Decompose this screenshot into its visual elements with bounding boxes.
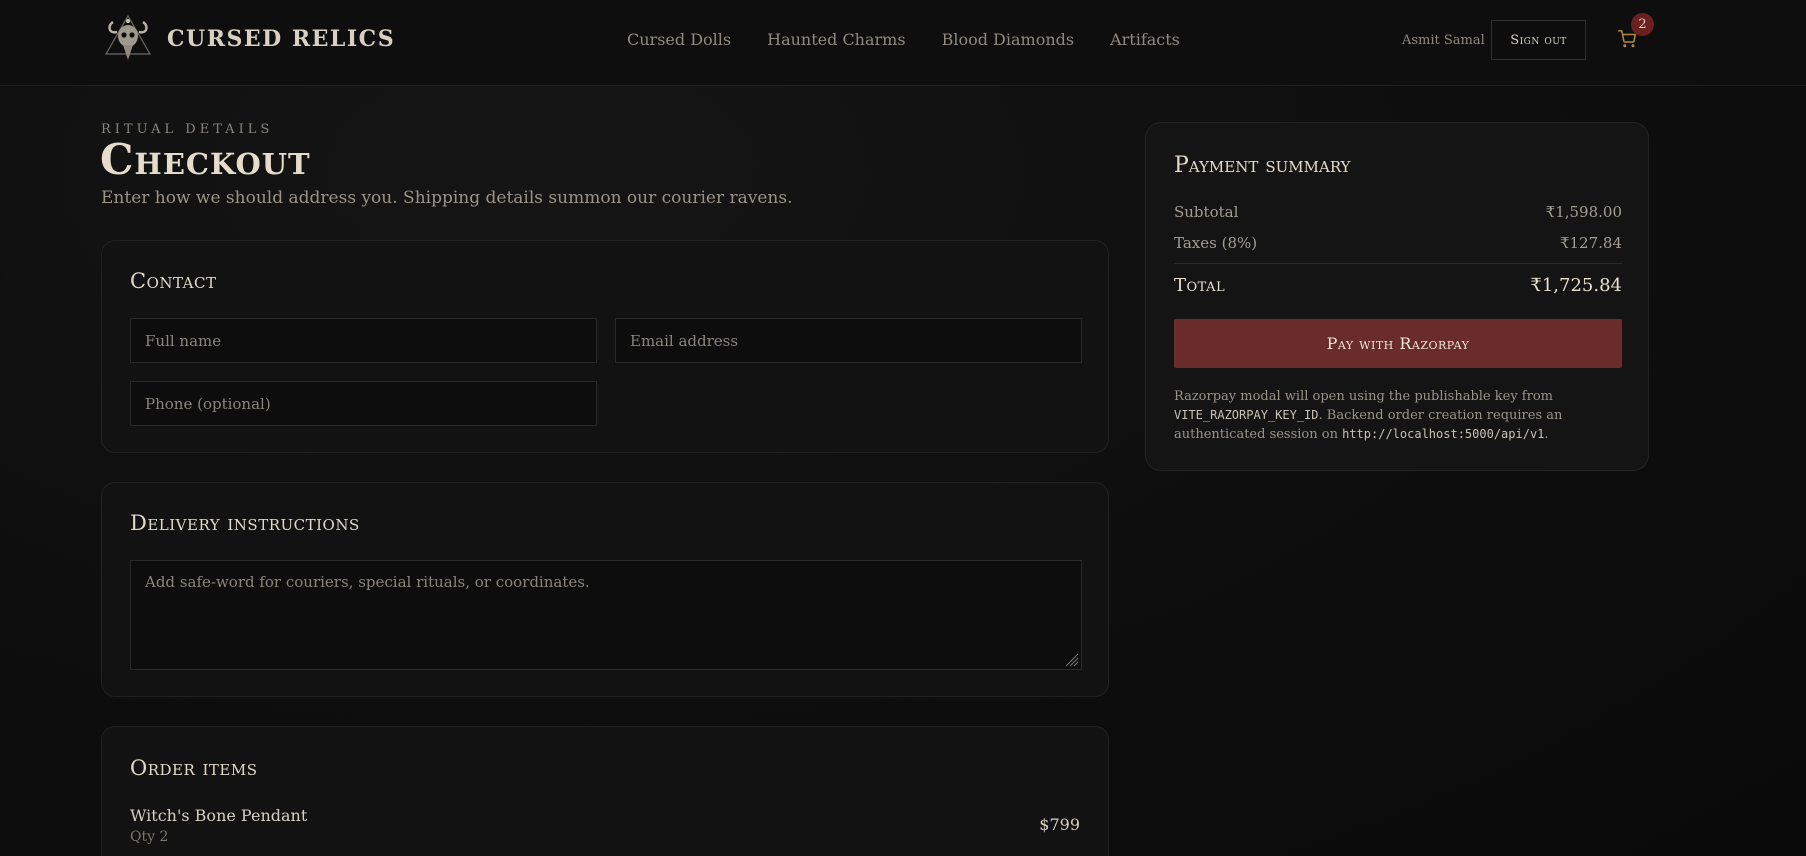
sign-out-button[interactable]: Sign out <box>1491 20 1586 60</box>
brand-logo-link[interactable]: CURSED RELICS <box>101 12 395 66</box>
top-header: CURSED RELICS Cursed Dolls Haunted Charm… <box>0 0 1806 86</box>
payment-summary-card: Payment summary Subtotal ₹1,598.00 Taxes… <box>1145 122 1649 471</box>
note-env-key: VITE_RAZORPAY_KEY_ID <box>1174 408 1319 422</box>
taxes-row: Taxes (8%) ₹127.84 <box>1174 234 1622 252</box>
order-items-card: Order items Witch's Bone Pendant Qty 2 $… <box>101 726 1109 856</box>
cart-count-badge: 2 <box>1631 13 1654 36</box>
nav-link-cursed-dolls[interactable]: Cursed Dolls <box>627 30 731 49</box>
delivery-heading: Delivery instructions <box>130 511 360 535</box>
resize-handle-icon[interactable] <box>1063 651 1079 667</box>
subtotal-row: Subtotal ₹1,598.00 <box>1174 203 1622 221</box>
nav-link-blood-diamonds[interactable]: Blood Diamonds <box>942 30 1075 49</box>
subtotal-label: Subtotal <box>1174 203 1239 221</box>
page-subtitle: Enter how we should address you. Shippin… <box>101 188 793 208</box>
pay-with-razorpay-button[interactable]: Pay with Razorpay <box>1174 319 1622 368</box>
delivery-card: Delivery instructions Add safe-word for … <box>101 482 1109 697</box>
email-input[interactable]: Email address <box>615 318 1082 363</box>
subtotal-value: ₹1,598.00 <box>1545 203 1622 221</box>
contact-heading: Contact <box>130 269 217 293</box>
user-name: Asmit Samal <box>1402 33 1485 48</box>
delivery-placeholder: Add safe-word for couriers, special ritu… <box>145 573 590 591</box>
taxes-value: ₹127.84 <box>1559 234 1622 252</box>
summary-divider <box>1174 263 1622 264</box>
delivery-instructions-textarea[interactable]: Add safe-word for couriers, special ritu… <box>130 560 1082 670</box>
nav-link-haunted-charms[interactable]: Haunted Charms <box>767 30 905 49</box>
item-price: $799 <box>1039 815 1080 834</box>
brand-name: CURSED RELICS <box>167 26 396 52</box>
cart-icon[interactable] <box>1618 30 1636 48</box>
taxes-label: Taxes (8%) <box>1174 234 1258 252</box>
total-label: Total <box>1174 275 1226 296</box>
note-api-url: http://localhost:5000/api/v1 <box>1342 427 1545 441</box>
total-row: Total ₹1,725.84 <box>1174 275 1622 296</box>
goat-skull-logo-icon <box>104 14 152 60</box>
full-name-input[interactable]: Full name <box>130 318 597 363</box>
note-text: . <box>1544 427 1549 442</box>
contact-card: Contact Full name Email address Phone (o… <box>101 240 1109 453</box>
phone-input[interactable]: Phone (optional) <box>130 381 597 426</box>
page-title: Checkout <box>100 135 311 184</box>
item-name: Witch's Bone Pendant <box>130 806 308 825</box>
payment-summary-heading: Payment summary <box>1174 153 1351 178</box>
main-nav: Cursed Dolls Haunted Charms Blood Diamon… <box>627 30 1216 49</box>
order-items-heading: Order items <box>130 756 258 780</box>
nav-link-artifacts[interactable]: Artifacts <box>1110 30 1180 49</box>
item-qty: Qty 2 <box>130 829 169 845</box>
total-value: ₹1,725.84 <box>1530 275 1622 296</box>
note-text: Razorpay modal will open using the publi… <box>1174 389 1553 404</box>
payment-note: Razorpay modal will open using the publi… <box>1174 387 1622 444</box>
